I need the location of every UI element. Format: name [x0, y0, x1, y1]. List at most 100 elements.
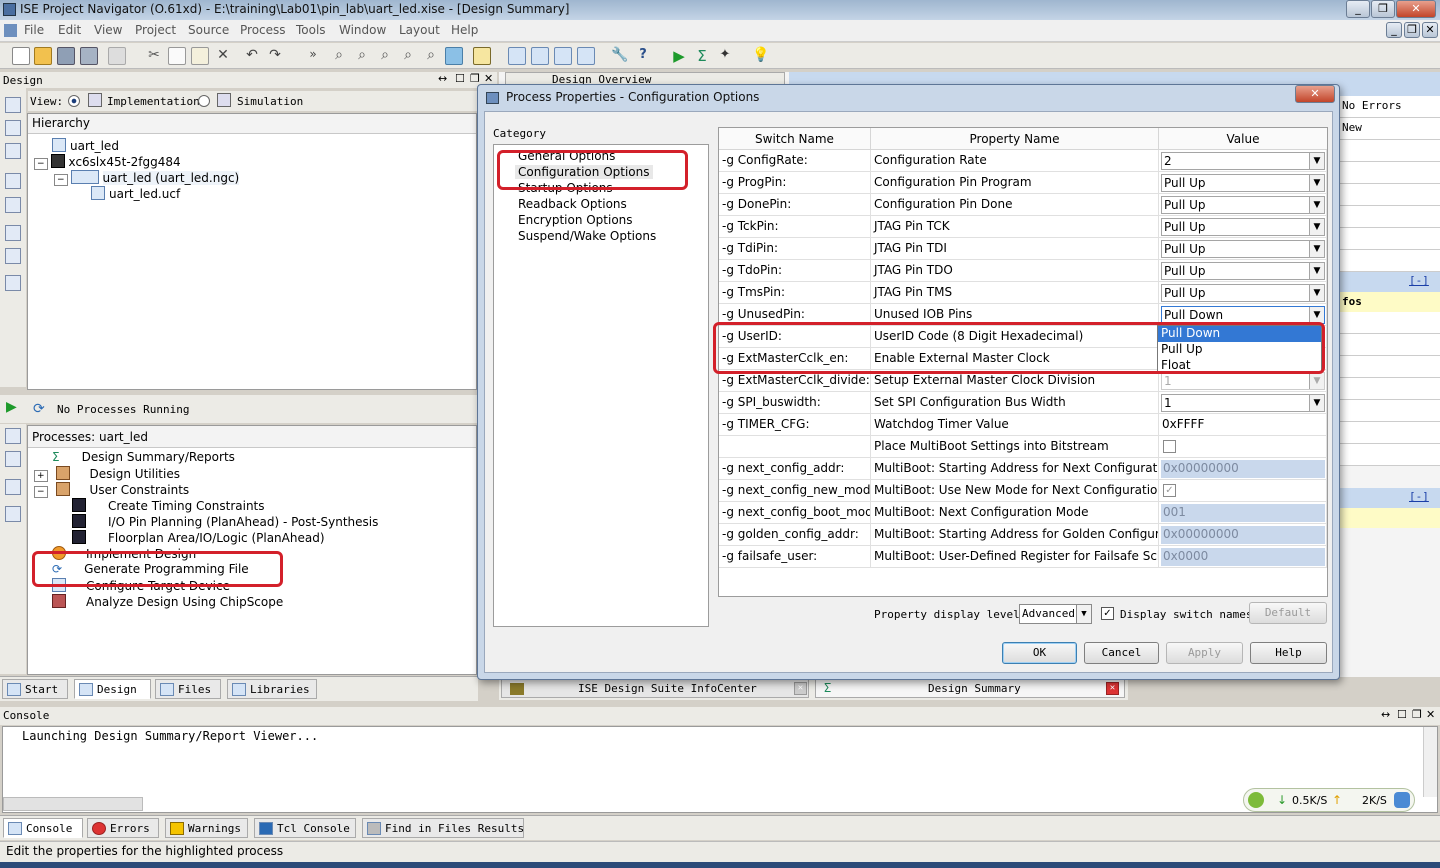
value-combo[interactable]: Pull Up ▼ — [1161, 284, 1325, 302]
tab-infocenter[interactable]: ISE Design Suite InfoCenter ✕ — [501, 679, 809, 698]
select-tool-icon[interactable] — [473, 47, 491, 65]
chevron-down-icon[interactable]: ▼ — [1309, 197, 1324, 213]
table-row[interactable]: -g next_config_boot_mode: MultiBoot: Next… — [719, 502, 1327, 524]
table-row[interactable]: -g TdoPin: JTAG Pin TDO Pull Up ▼ — [719, 260, 1327, 282]
add-copy-icon[interactable] — [5, 120, 21, 136]
collapse-icon[interactable]: − — [54, 174, 68, 186]
zoom-fit-icon[interactable]: ⌕ — [376, 47, 394, 65]
panel-max-icon[interactable]: ☐ — [455, 72, 465, 85]
open-icon[interactable] — [34, 47, 52, 65]
copy-icon[interactable] — [168, 47, 186, 65]
menu-process[interactable]: Process — [240, 23, 286, 37]
redo-icon[interactable]: ↷ — [266, 47, 284, 65]
implementation-label[interactable]: Implementation — [107, 95, 200, 108]
chevron-down-icon[interactable]: ▼ — [1309, 153, 1324, 169]
print-icon[interactable] — [108, 47, 126, 65]
console-vscrollbar[interactable] — [1423, 727, 1437, 797]
rerun-all-icon[interactable] — [5, 479, 21, 495]
undo-icon[interactable]: ↶ — [243, 47, 261, 65]
remove-icon[interactable] — [5, 197, 21, 213]
header-switch-name[interactable]: Switch Name — [719, 128, 871, 150]
hierarchy-icon[interactable] — [5, 173, 21, 189]
tree-item-ngc[interactable]: − uart_led (uart_led.ngc) — [54, 170, 240, 186]
menu-edit[interactable]: Edit — [58, 23, 81, 37]
panel-float-icon[interactable]: ↔ — [438, 72, 447, 85]
stop-icon[interactable] — [5, 451, 21, 467]
rerun-icon[interactable] — [5, 428, 21, 444]
table-row[interactable]: -g DonePin: Configuration Pin Done Pull Up… — [719, 194, 1327, 216]
table-row[interactable]: Place MultiBoot Settings into Bitstream — [719, 436, 1327, 458]
collapse-icon[interactable]: − — [34, 158, 48, 170]
value-combo[interactable]: Pull Up ▼ — [1161, 240, 1325, 258]
new-source-icon[interactable] — [5, 143, 21, 159]
refresh-icon[interactable] — [445, 47, 463, 65]
table-row[interactable]: -g next_config_addr: MultiBoot: Starting … — [719, 458, 1327, 480]
mdi-close-icon[interactable]: ✕ — [1422, 22, 1438, 38]
cascade-icon[interactable] — [508, 47, 526, 65]
tab-errors[interactable]: Errors — [87, 818, 159, 838]
tree-item-device[interactable]: − xc6slx45t-2fgg484 — [34, 154, 181, 170]
tab-warnings[interactable]: Warnings — [165, 818, 248, 838]
table-row[interactable]: -g SPI_buswidth: Set SPI Configuration Bu… — [719, 392, 1327, 414]
panel-restore-icon[interactable]: ❐ — [470, 72, 480, 85]
chevron-down-icon[interactable]: ▼ — [1309, 307, 1324, 323]
menu-layout[interactable]: Layout — [399, 23, 440, 37]
chevron-down-icon[interactable]: ▼ — [1309, 373, 1324, 389]
menu-window[interactable]: Window — [339, 23, 386, 37]
tile-h-icon[interactable] — [531, 47, 549, 65]
more-icon[interactable]: » — [304, 47, 322, 65]
menu-tools[interactable]: Tools — [296, 23, 326, 37]
add-source-icon[interactable] — [5, 97, 21, 113]
process-timing-constraints[interactable]: Create Timing Constraints — [72, 498, 265, 513]
process-design-utilities[interactable]: + Design Utilities — [34, 466, 180, 482]
ok-button[interactable]: OK — [1002, 642, 1077, 664]
table-row[interactable]: -g ConfigRate: Configuration Rate 2 ▼ — [719, 150, 1327, 172]
chevron-down-icon[interactable]: ▼ — [1309, 219, 1324, 235]
tab-files[interactable]: Files — [155, 679, 221, 699]
help-pointer-icon[interactable]: ? — [634, 47, 652, 65]
value-combo[interactable]: Pull Up ▼ — [1161, 196, 1325, 214]
display-level-select[interactable]: Advanced ▼ — [1019, 604, 1092, 624]
chevron-down-icon[interactable]: ▼ — [1309, 241, 1324, 257]
value-combo[interactable]: Pull Up ▼ — [1161, 262, 1325, 280]
menu-help[interactable]: Help — [451, 23, 478, 37]
collapse-link[interactable]: [-] — [1409, 274, 1429, 287]
simulation-label[interactable]: Simulation — [237, 95, 303, 108]
probe-icon[interactable]: ✦ — [716, 47, 734, 65]
tree-item-ucf[interactable]: uart_led.ucf — [91, 186, 180, 201]
expand-icon[interactable]: + — [34, 470, 48, 482]
tab-design-summary[interactable]: Σ Design Summary ✕ — [815, 679, 1125, 698]
chevron-down-icon[interactable]: ▼ — [1309, 395, 1324, 411]
process-panel-icon[interactable] — [5, 506, 21, 522]
tab-design[interactable]: Design — [74, 679, 151, 699]
minimize-icon[interactable]: _ — [1346, 0, 1370, 18]
console-hscrollbar[interactable] — [3, 797, 143, 811]
tab-libraries[interactable]: Libraries — [227, 679, 317, 699]
collapse-icon[interactable]: − — [34, 486, 48, 498]
table-row[interactable]: -g TIMER_CFG: Watchdog Timer Value 0xFFFF — [719, 414, 1327, 436]
menu-source[interactable]: Source — [188, 23, 229, 37]
header-property-name[interactable]: Property Name — [871, 128, 1159, 150]
category-suspend-wake[interactable]: Suspend/Wake Options — [518, 229, 656, 243]
tab-start[interactable]: Start — [2, 679, 68, 699]
save-icon[interactable] — [57, 47, 75, 65]
tab-console[interactable]: Console — [3, 818, 83, 838]
tree-item-project[interactable]: uart_led — [52, 138, 119, 153]
table-row[interactable]: -g golden_config_addr: MultiBoot: Startin… — [719, 524, 1327, 546]
value-cell[interactable]: 0xFFFF — [1159, 414, 1327, 436]
chevron-down-icon[interactable]: ▼ — [1309, 175, 1324, 191]
simulation-radio[interactable] — [198, 95, 210, 107]
save-all-icon[interactable] — [80, 47, 98, 65]
category-readback[interactable]: Readback Options — [518, 197, 627, 211]
lightbulb-icon[interactable]: 💡 — [752, 47, 770, 65]
menu-file[interactable]: File — [24, 23, 44, 37]
process-pin-planning[interactable]: I/O Pin Planning (PlanAhead) - Post-Synt… — [72, 514, 378, 529]
mdi-minimize-icon[interactable]: _ — [1386, 22, 1402, 38]
tile-v-icon[interactable] — [554, 47, 572, 65]
value-combo[interactable]: Pull Up ▼ — [1161, 174, 1325, 192]
header-value[interactable]: Value — [1159, 128, 1327, 150]
tab-close-icon[interactable]: ✕ — [794, 682, 807, 695]
table-row[interactable]: -g ProgPin: Configuration Pin Program Pull… — [719, 172, 1327, 194]
run-process-icon[interactable]: ▶ — [6, 399, 17, 415]
value-combo[interactable]: 1 ▼ — [1161, 394, 1325, 412]
